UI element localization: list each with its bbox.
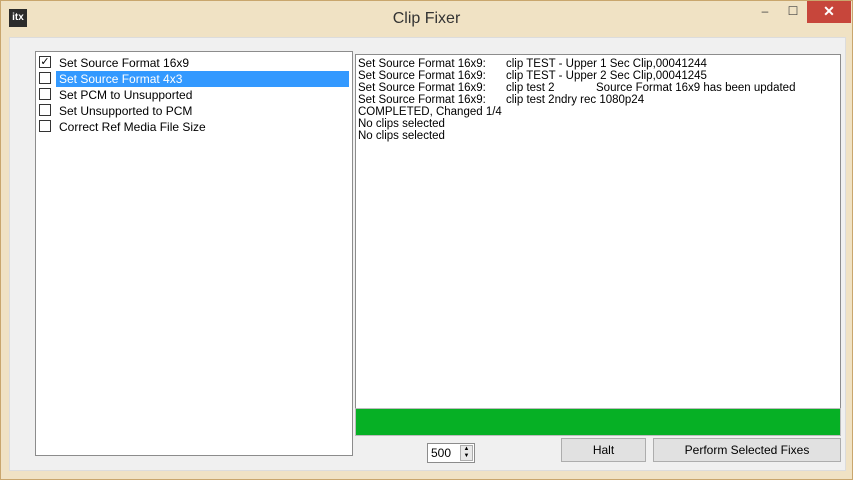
fix-label: Set Source Format 4x3 xyxy=(56,71,349,87)
fix-item-source-format-4x3[interactable]: Set Source Format 4x3 xyxy=(39,71,349,87)
log-clip: clip TEST - Upper 2 Sec Clip,00041245 xyxy=(506,70,707,82)
log-prefix: Set Source Format 16x9: xyxy=(358,82,486,94)
log-clip: clip test 2 xyxy=(506,82,555,94)
progress-bar xyxy=(355,408,841,436)
perform-selected-fixes-button[interactable]: Perform Selected Fixes xyxy=(653,438,841,462)
spinner-up-icon[interactable]: ▲ xyxy=(461,446,472,453)
log-clip: clip test 2ndry rec 1080p24 xyxy=(506,94,645,106)
fix-checkbox[interactable] xyxy=(39,72,51,84)
fixes-checklist[interactable]: ✓ Set Source Format 16x9 Set Source Form… xyxy=(35,51,353,456)
fix-label: Set PCM to Unsupported xyxy=(59,88,193,102)
log-prefix: Set Source Format 16x9: xyxy=(358,94,486,106)
log-status: COMPLETED, Changed 1/4 xyxy=(358,106,502,118)
log-prefix: Set Source Format 16x9: xyxy=(358,58,486,70)
log-clip: clip TEST - Upper 1 Sec Clip,00041244 xyxy=(506,58,707,70)
batch-size-value[interactable]: 500 xyxy=(431,446,451,460)
fix-item-ref-media-file-size[interactable]: Correct Ref Media File Size xyxy=(39,119,349,135)
fix-label: Correct Ref Media File Size xyxy=(59,120,206,134)
log-line: No clips selected xyxy=(358,118,838,130)
fix-checkbox[interactable] xyxy=(39,120,51,132)
log-status: No clips selected xyxy=(358,130,445,142)
close-button[interactable]: ✕ xyxy=(807,1,851,23)
spinner-down-icon[interactable]: ▼ xyxy=(461,453,472,460)
maximize-button[interactable]: ☐ xyxy=(779,1,807,23)
log-prefix: Set Source Format 16x9: xyxy=(358,70,486,82)
fix-checkbox[interactable]: ✓ xyxy=(39,56,51,68)
halt-button[interactable]: Halt xyxy=(561,438,646,462)
minimize-button[interactable]: – xyxy=(751,1,779,23)
log-line: Set Source Format 16x9: clip TEST - Upper… xyxy=(358,58,838,70)
fix-item-source-format-16x9[interactable]: ✓ Set Source Format 16x9 xyxy=(39,55,349,71)
log-line: COMPLETED, Changed 1/4 xyxy=(358,106,838,118)
fix-item-pcm-to-unsupported[interactable]: Set PCM to Unsupported xyxy=(39,87,349,103)
log-line: Set Source Format 16x9: clip TEST - Upper… xyxy=(358,70,838,82)
client-area: ✓ Set Source Format 16x9 Set Source Form… xyxy=(9,37,846,471)
log-line: Set Source Format 16x9: clip test 2ndry r… xyxy=(358,94,838,106)
progress-fill xyxy=(356,409,840,435)
fix-checkbox[interactable] xyxy=(39,88,51,100)
fix-label: Set Unsupported to PCM xyxy=(59,104,193,118)
clip-fixer-window: itx Clip Fixer – ☐ ✕ ✓ Set Source Format… xyxy=(0,0,853,480)
batch-size-spinner[interactable]: 500 ▲ ▼ xyxy=(427,443,475,463)
log-status: No clips selected xyxy=(358,118,445,130)
title-bar[interactable]: itx Clip Fixer – ☐ ✕ xyxy=(1,1,852,37)
fix-item-unsupported-to-pcm[interactable]: Set Unsupported to PCM xyxy=(39,103,349,119)
log-output[interactable]: Set Source Format 16x9: clip TEST - Upper… xyxy=(355,54,841,410)
fix-label: Set Source Format 16x9 xyxy=(59,56,190,70)
log-line: No clips selected xyxy=(358,130,838,142)
fix-checkbox[interactable] xyxy=(39,104,51,116)
spinner-arrows[interactable]: ▲ ▼ xyxy=(460,445,473,461)
log-message: Source Format 16x9 has been updated xyxy=(596,82,796,94)
window-title: Clip Fixer xyxy=(392,10,461,27)
log-line: Set Source Format 16x9: clip test 2 Source… xyxy=(358,82,838,94)
